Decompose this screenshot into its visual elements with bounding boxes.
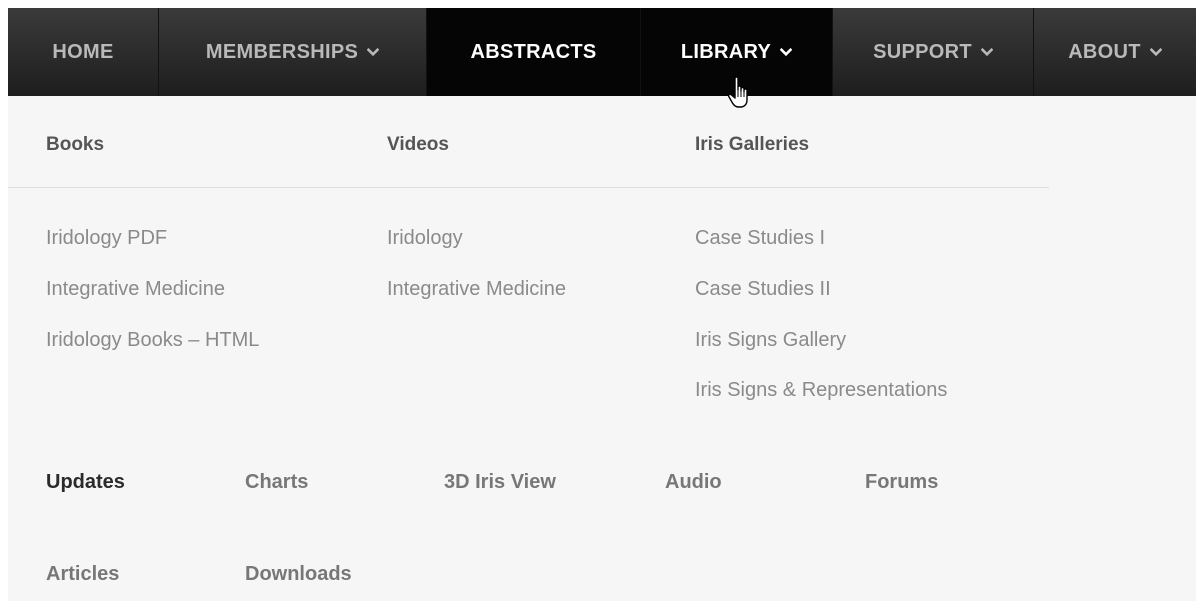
link-books-integrative-medicine[interactable]: Integrative Medicine — [46, 278, 225, 301]
nav-abstracts-label: ABSTRACTS — [470, 40, 597, 63]
link-case-studies-2[interactable]: Case Studies II — [695, 278, 831, 301]
link-updates[interactable]: Updates — [46, 471, 125, 494]
nav-memberships-label: MEMBERSHIPS — [205, 40, 359, 63]
chevron-down-icon — [780, 47, 793, 57]
nav-home[interactable]: HOME — [8, 8, 159, 96]
link-iris-signs-gallery[interactable]: Iris Signs Gallery — [695, 329, 846, 352]
hand-pointer-icon — [727, 76, 748, 108]
nav-abstracts[interactable]: ABSTRACTS — [427, 8, 641, 96]
link-case-studies-1[interactable]: Case Studies I — [695, 227, 825, 250]
divider — [8, 187, 1049, 188]
nav-support-label: SUPPORT — [873, 40, 972, 63]
link-videos-integrative-medicine[interactable]: Integrative Medicine — [387, 278, 566, 301]
link-iris-signs-representations[interactable]: Iris Signs & Representations — [695, 379, 947, 402]
link-audio[interactable]: Audio — [665, 471, 722, 494]
nav-library-label: LIBRARY — [680, 40, 772, 63]
nav-support[interactable]: SUPPORT — [833, 8, 1034, 96]
link-forums[interactable]: Forums — [865, 471, 938, 494]
chevron-down-icon — [367, 47, 380, 57]
books-heading[interactable]: Books — [46, 134, 104, 156]
main-nav: HOME MEMBERSHIPS ABSTRACTS LIBRARY SUPPO… — [8, 8, 1196, 96]
nav-memberships[interactable]: MEMBERSHIPS — [159, 8, 427, 96]
chevron-down-icon — [980, 47, 993, 57]
nav-about-label: ABOUT — [1068, 40, 1141, 63]
link-downloads[interactable]: Downloads — [245, 563, 352, 586]
library-dropdown: Books Videos Iris Galleries Iridology PD… — [8, 96, 1196, 601]
link-3d-iris-view[interactable]: 3D Iris View — [444, 471, 556, 494]
link-iridology-books-html[interactable]: Iridology Books – HTML — [46, 329, 259, 352]
link-articles[interactable]: Articles — [46, 563, 119, 586]
videos-heading[interactable]: Videos — [387, 134, 449, 156]
iris-galleries-heading[interactable]: Iris Galleries — [695, 134, 809, 156]
nav-home-label: HOME — [52, 40, 114, 63]
link-videos-iridology[interactable]: Iridology — [387, 227, 463, 250]
link-iridology-pdf[interactable]: Iridology PDF — [46, 227, 167, 250]
chevron-down-icon — [1149, 47, 1162, 57]
link-charts[interactable]: Charts — [245, 471, 308, 494]
nav-about[interactable]: ABOUT — [1034, 8, 1196, 96]
